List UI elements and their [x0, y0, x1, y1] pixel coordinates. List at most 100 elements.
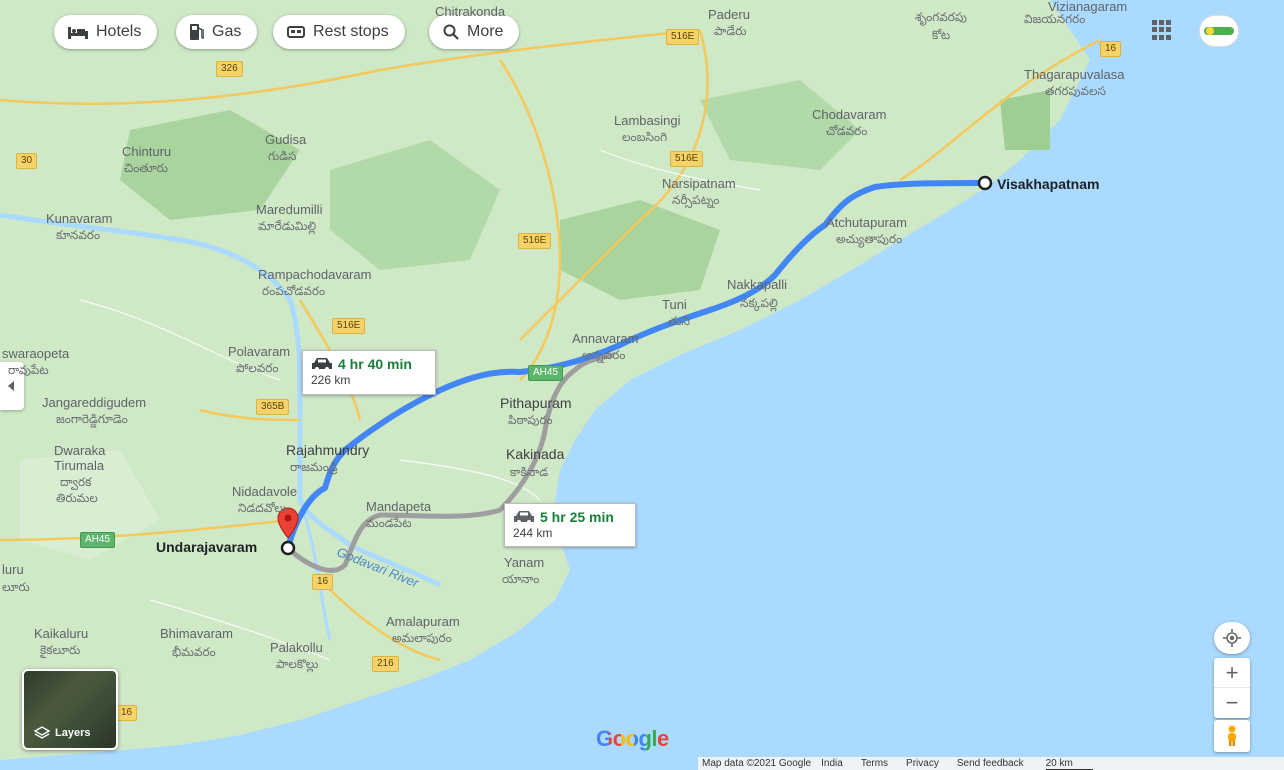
place-label: విజయనగరం [1024, 12, 1086, 26]
gas-label: Gas [212, 23, 242, 40]
alternate-duration: 5 hr 25 min [540, 509, 614, 525]
place-label: Dwaraka [54, 443, 106, 458]
place-label: తగరపువలస [1045, 84, 1106, 98]
place-label: కూనవరం [56, 228, 101, 242]
place-label: అచ్యుతాపురం [836, 232, 903, 246]
highway-shield: 16 [312, 574, 334, 590]
scale-bar: 20 km [1045, 758, 1093, 770]
highway-shield: 516E [666, 29, 700, 45]
logo-icon [1204, 27, 1234, 35]
send-feedback-link[interactable]: Send feedback [957, 758, 1024, 769]
search-icon [443, 24, 459, 40]
place-label: తిరుమల [56, 491, 98, 505]
primary-distance: 226 km [311, 373, 351, 387]
highway-shield: 30 [16, 153, 38, 169]
account-avatar[interactable] [1200, 16, 1238, 46]
place-label: Mandapeta [366, 499, 432, 514]
bed-icon [68, 27, 88, 39]
place-label: Kaikaluru [34, 626, 89, 641]
place-label: కోట [932, 28, 951, 42]
place-label: నక్కపల్లి [740, 296, 778, 310]
zoom-in-button[interactable]: + [1214, 658, 1250, 688]
highway-shield: 216 [372, 656, 399, 672]
place-label: Tuni [662, 297, 687, 312]
hotels-label: Hotels [96, 23, 142, 40]
primary-route-callout[interactable]: 4 hr 40 min 226 km [302, 350, 436, 395]
destination-label: Visakhapatnam [997, 176, 1100, 192]
place-label: పాడేరు [714, 24, 747, 38]
street-view-pegman[interactable] [1214, 720, 1250, 752]
zoom-control: + − [1214, 658, 1250, 718]
highway-shield: 516E [518, 233, 552, 249]
map-footer: Map data ©2021 Google India Terms Privac… [698, 757, 1284, 770]
place-label: అన్నవరం [582, 348, 626, 362]
highway-shield: 516E [670, 151, 704, 167]
highway-shield: 16 [116, 705, 138, 721]
rest-stops-chip[interactable]: Rest stops [273, 15, 405, 49]
place-label: కైకలూరు [40, 643, 81, 657]
place-label: పిఠాపురం [508, 413, 553, 427]
region-link[interactable]: India [821, 758, 843, 769]
alternate-route-callout[interactable]: 5 hr 25 min 244 km [504, 503, 636, 547]
place-label: Vizianagaram [1048, 0, 1128, 14]
privacy-link[interactable]: Privacy [906, 758, 939, 769]
place-label: తుని [668, 314, 690, 328]
place-label: Narsipatnam [662, 176, 736, 191]
place-label: పాలకొల్లు [276, 657, 319, 671]
google-logo-text: Google [596, 726, 669, 751]
apps-grid-icon[interactable] [1152, 20, 1172, 40]
place-label: Nidadavole [232, 484, 298, 499]
alternate-distance: 244 km [513, 526, 553, 540]
place-label: పోలవరం [236, 361, 279, 375]
place-label: ద్వారక [60, 475, 92, 489]
place-label: రంపచోడవరం [262, 284, 326, 298]
car-icon [312, 358, 332, 371]
more-chip[interactable]: More [429, 15, 520, 49]
hotels-chip[interactable]: Hotels [54, 15, 158, 49]
place-label: Pithapuram [500, 395, 572, 411]
place-label: చింతూరు [124, 161, 168, 175]
rest-stops-label: Rest stops [313, 23, 389, 40]
terms-link[interactable]: Terms [861, 758, 888, 769]
place-label: Jangareddigudem [42, 395, 147, 410]
place-label: మండపేట [366, 516, 412, 530]
place-label: luru [2, 562, 24, 577]
place-label: Thagarapuvalasa [1024, 67, 1125, 82]
map-data-attribution: Map data ©2021 Google [702, 758, 812, 769]
place-label: Polavaram [228, 344, 291, 359]
place-label: Paderu [708, 7, 750, 22]
location-target-icon [1223, 629, 1241, 647]
place-label: Amalapuram [386, 614, 460, 629]
place-label: కాకినాడ [510, 465, 549, 479]
rest-stop-icon [287, 26, 305, 38]
place-label: నర్సీపట్నం [672, 193, 720, 207]
place-label: Maredumilli [256, 202, 323, 217]
layers-button[interactable]: Layers [22, 669, 118, 750]
my-location-button[interactable] [1214, 622, 1250, 654]
layers-icon [34, 726, 50, 739]
place-label: భీమవరం [172, 645, 216, 659]
place-label: Rajahmundry [286, 442, 370, 458]
more-label: More [467, 23, 504, 40]
place-label: లంబసింగి [622, 130, 668, 144]
place-label: యానాం [502, 572, 540, 586]
place-label: అమలాపురం [392, 631, 452, 645]
origin-dot [280, 540, 296, 556]
place-label: చోడవరం [826, 124, 868, 138]
place-label: Chinturu [122, 144, 172, 159]
origin-label: Undarajavaram [156, 539, 258, 555]
place-label: Gudisa [265, 132, 307, 147]
car-icon [514, 511, 534, 524]
pegman-icon [1228, 725, 1236, 746]
place-label: Tirumala [54, 458, 105, 473]
chevron-left-icon [8, 381, 14, 391]
place-label: రాజమండ్రి [290, 460, 338, 474]
place-label: Yanam [504, 555, 545, 570]
zoom-out-button[interactable]: − [1214, 688, 1250, 718]
place-label: Chodavaram [812, 107, 887, 122]
gas-chip[interactable]: Gas [176, 15, 258, 49]
place-label: నిడదవోలు [238, 501, 287, 515]
place-label: జంగారెడ్డిగూడెం [56, 412, 128, 426]
place-label: Annavaram [572, 331, 639, 346]
place-label: శృంగవరపు [915, 10, 967, 24]
